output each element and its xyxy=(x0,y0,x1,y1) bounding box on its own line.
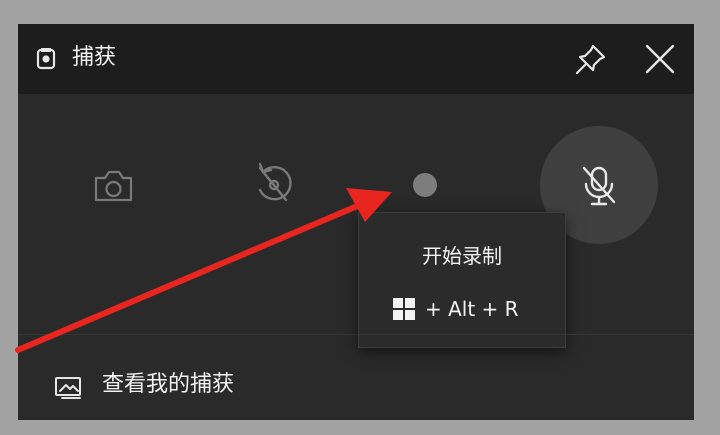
widget-title: 捕获 xyxy=(72,45,117,70)
tooltip-title: 开始录制 xyxy=(422,244,502,268)
record-last-30s-button[interactable] xyxy=(238,152,310,218)
shortcut-hint: + Alt + R xyxy=(393,295,553,323)
mic-muted-icon xyxy=(582,166,616,206)
shortcut-keys: + Alt + R xyxy=(425,297,519,321)
gallery-icon xyxy=(55,377,81,399)
record-dot-icon xyxy=(413,173,437,197)
capture-icon xyxy=(36,48,56,70)
windows-logo-icon xyxy=(393,298,415,320)
camera-icon xyxy=(94,170,133,202)
widget-titlebar: 捕获 xyxy=(18,24,694,94)
screenshot-button[interactable] xyxy=(78,156,148,216)
record-last-30s-icon xyxy=(258,162,292,202)
view-my-captures-link[interactable]: 查看我的捕获 xyxy=(102,370,234,400)
start-recording-button[interactable] xyxy=(404,164,446,206)
record-tooltip: 开始录制 + Alt + R xyxy=(358,212,566,348)
pin-button[interactable] xyxy=(574,42,608,76)
close-button[interactable] xyxy=(642,41,678,77)
capture-widget: 捕获 开始录制 + Alt + R 查看我的捕获 xyxy=(18,24,694,420)
capture-controls xyxy=(18,94,694,356)
close-icon xyxy=(645,44,675,74)
capture-footer[interactable]: 查看我的捕获 xyxy=(18,334,694,421)
pin-icon xyxy=(575,44,606,75)
